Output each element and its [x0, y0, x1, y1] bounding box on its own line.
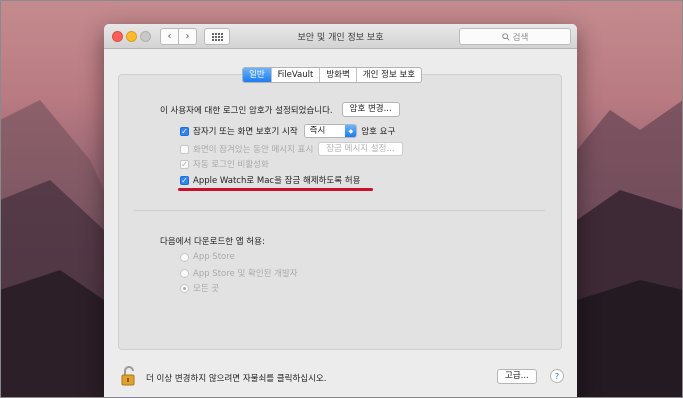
require-password-checkbox[interactable]: ✓	[180, 126, 189, 136]
apple-watch-label: Apple Watch로 Mac을 잠금 해제하도록 허용	[193, 176, 361, 186]
disable-auto-login-label: 자동 로그인 비활성화	[193, 160, 269, 170]
download-heading-row: 다음에서 다운로드한 앱 허용:	[160, 235, 265, 247]
radio-anywhere[interactable]	[180, 283, 189, 293]
show-message-label: 화면이 잠겨있는 동안 메시지 표시	[193, 145, 314, 155]
search-placeholder: 검색	[512, 32, 529, 43]
section-divider	[134, 210, 545, 211]
unlocked-padlock-icon[interactable]	[121, 366, 139, 386]
require-password-delay-select[interactable]: 즉시 ◆	[303, 124, 358, 138]
apple-watch-checkbox[interactable]: ✓	[180, 175, 189, 185]
search-field[interactable]: 검색	[459, 28, 571, 45]
tab-general[interactable]: 일반	[243, 68, 272, 82]
disable-auto-login-row: ✓ 자동 로그인 비활성화	[180, 158, 269, 170]
radio-identified-developers[interactable]	[180, 268, 189, 278]
lock-hint-text: 더 이상 변경하지 않으려면 자물쇠를 클릭하십시오.	[146, 374, 327, 384]
set-lock-message-button[interactable]: 잠금 메시지 설정...	[318, 142, 403, 156]
require-password-delay-value: 즉시	[309, 126, 326, 136]
tab-bar: 일반 FileVault 방화벽 개인 정보 보호	[242, 67, 423, 83]
tab-filevault[interactable]: FileVault	[272, 68, 321, 82]
grid-icon	[211, 32, 223, 41]
close-window-button[interactable]	[112, 31, 123, 42]
zoom-window-button[interactable]	[140, 31, 151, 42]
window-title: 보안 및 개인 정보 보호	[297, 33, 384, 43]
show-all-button[interactable]	[204, 28, 230, 45]
help-button[interactable]: ?	[550, 369, 564, 383]
minimize-window-button[interactable]	[126, 31, 137, 42]
radio-anywhere-label: 모든 곳	[193, 284, 220, 294]
require-password-suffix: 암호 요구	[361, 127, 396, 137]
radio-app-store[interactable]	[180, 252, 189, 262]
change-password-button[interactable]: 암호 변경...	[341, 102, 400, 117]
show-message-row: 화면이 잠겨있는 동안 메시지 표시 잠금 메시지 설정...	[180, 142, 403, 156]
chevron-left-icon: ‹	[167, 31, 172, 42]
tab-firewall[interactable]: 방화벽	[320, 68, 357, 82]
updown-chevron-icon: ◆	[345, 125, 357, 137]
login-password-row: 이 사용자에 대한 로그인 암호가 설정되었습니다. 암호 변경...	[160, 102, 400, 117]
radio-identified-row: App Store 및 확인된 개발자	[180, 267, 298, 279]
preferences-window: ‹ › 보안 및 개인 정보 보호 검색 일반 FileVault 방화벽 개인…	[104, 24, 577, 398]
show-message-checkbox[interactable]	[180, 144, 189, 154]
radio-anywhere-row: 모든 곳	[180, 282, 219, 294]
forward-button[interactable]: ›	[178, 28, 197, 45]
download-heading: 다음에서 다운로드한 앱 허용:	[160, 237, 265, 247]
require-password-label: 잠자기 또는 화면 보호기 시작	[193, 127, 298, 137]
apple-watch-row: ✓ Apple Watch로 Mac을 잠금 해제하도록 허용	[180, 174, 360, 186]
radio-identified-label: App Store 및 확인된 개발자	[193, 269, 298, 279]
annotation-underline	[178, 188, 373, 191]
search-icon	[501, 32, 510, 41]
advanced-button[interactable]: 고급...	[497, 369, 537, 384]
radio-app-store-row: App Store	[180, 252, 235, 262]
login-password-text: 이 사용자에 대한 로그인 암호가 설정되었습니다.	[160, 105, 333, 116]
radio-app-store-label: App Store	[193, 252, 235, 262]
require-password-row: ✓ 잠자기 또는 화면 보호기 시작 즉시 ◆ 암호 요구	[180, 124, 395, 138]
disable-auto-login-checkbox[interactable]: ✓	[180, 159, 189, 169]
title-bar: ‹ › 보안 및 개인 정보 보호 검색	[104, 24, 577, 49]
chevron-right-icon: ›	[185, 31, 190, 42]
tab-privacy[interactable]: 개인 정보 보호	[357, 68, 421, 82]
back-button[interactable]: ‹	[160, 28, 179, 45]
